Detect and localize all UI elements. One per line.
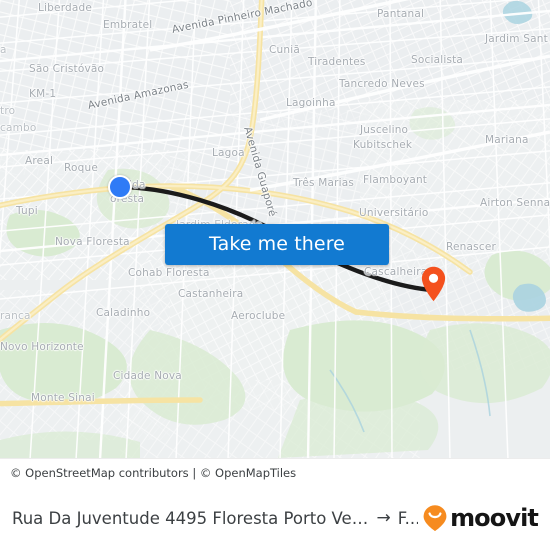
map-attribution-bar: © OpenStreetMap contributors | © OpenMap… — [0, 458, 550, 486]
moovit-map-screen: Liberdade Embratel Pantanal a Cuniã Tiradente… — [0, 0, 550, 550]
moovit-pin-icon — [423, 505, 447, 531]
map-canvas[interactable]: Liberdade Embratel Pantanal a Cuniã Tiradente… — [0, 0, 550, 458]
route-destination-text: F... — [397, 508, 419, 528]
attribution-text[interactable]: © OpenStreetMap contributors | © OpenMap… — [10, 466, 296, 480]
destination-pin[interactable] — [421, 266, 446, 302]
destination-pin-icon — [421, 266, 446, 302]
route-origin-text: Rua Da Juventude 4495 Floresta Porto Vel… — [12, 508, 370, 528]
arrow-right-icon: → — [376, 507, 391, 528]
origin-location-dot[interactable] — [108, 175, 132, 199]
moovit-wordmark: moovit — [450, 504, 539, 532]
moovit-logo[interactable]: moovit — [422, 504, 539, 532]
route-summary: Rua Da Juventude 4495 Floresta Porto Vel… — [12, 509, 418, 528]
footer-bar: Rua Da Juventude 4495 Floresta Porto Vel… — [0, 486, 550, 550]
take-me-there-button[interactable]: Take me there — [165, 224, 389, 265]
